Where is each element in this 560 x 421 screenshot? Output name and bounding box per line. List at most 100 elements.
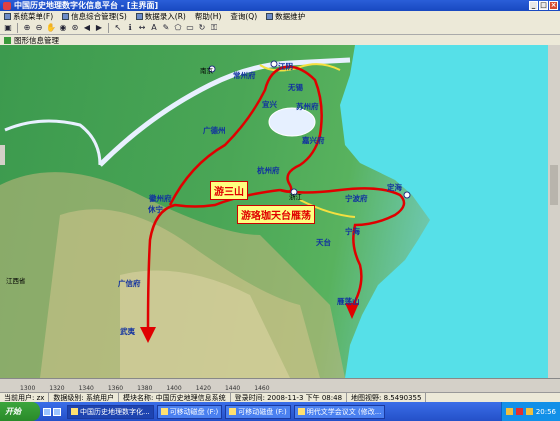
menu-query[interactable]: 查询(Q)	[230, 11, 257, 22]
scale-ticks: 1300 1320 1340 1360 1380 1400 1420 1440 …	[0, 384, 560, 392]
full-extent-icon[interactable]: ⊛	[70, 23, 80, 33]
measure-icon[interactable]: ↔	[137, 23, 147, 33]
map-view[interactable]: 南京 常州府 江阴 无锡 宜兴 苏州府 广德州 嘉兴府 杭州府 浙江 徽州府 休…	[0, 45, 560, 378]
place-huizhou: 徽州府	[149, 194, 172, 203]
globe-icon[interactable]: ◉	[58, 23, 68, 33]
status-level: 数据级别: 系统用户	[49, 392, 119, 403]
menu-help[interactable]: 帮助(H)	[195, 11, 222, 22]
tray-icon[interactable]	[505, 408, 513, 415]
zoom-out-icon[interactable]: ⊖	[34, 23, 44, 33]
forward-arrow-icon[interactable]: ▶	[94, 23, 104, 33]
scale-tick: 1320	[49, 384, 65, 392]
system-tray: 20:56	[500, 402, 560, 421]
place-ninghai: 宁海	[345, 227, 360, 236]
menu-data-maintenance[interactable]: 数据维护	[266, 11, 305, 22]
start-button[interactable]: 开始	[0, 402, 40, 421]
maintenance-menu-icon	[266, 13, 274, 20]
status-bar: 当前用户: zx 数据级别: 系统用户 模块名称: 中国历史地理信息系统 登录时…	[0, 392, 560, 403]
text-icon[interactable]: A	[149, 23, 159, 33]
clock: 20:56	[535, 407, 556, 416]
place-guangde: 广德州	[203, 126, 226, 135]
scale-tick: 1340	[78, 384, 94, 392]
scale-tick: 1380	[137, 384, 153, 392]
scale-tick: 1300	[20, 384, 36, 392]
menu-info-management[interactable]: 信息综合管理(S)	[62, 11, 127, 22]
windows-taskbar: 开始 中国历史地理数字化... 可移动磁盘 (F:) 可移动磁盘 (F:) 明代…	[0, 402, 560, 421]
draw-icon[interactable]: ✎	[161, 23, 171, 33]
rectangle-icon[interactable]: ▭	[185, 23, 195, 33]
app-icon	[3, 1, 11, 10]
menu-bar: 系统菜单(F) 信息综合管理(S) 数据录入(R) 帮助(H) 查询(Q) 数据…	[0, 11, 560, 22]
layer-icon	[4, 36, 11, 44]
map-toolbar: ▣ ⊕ ⊖ ✋ ◉ ⊛ ◀ ▶ ↖ ℹ ↔ A ✎ ⬠ ▭ ↻ ⚿	[0, 22, 560, 35]
status-user: 当前用户: zx	[0, 392, 50, 403]
place-jiangyin: 江阴	[278, 62, 293, 71]
status-view: 地图视野: 8.5490355	[347, 392, 427, 403]
document-icon	[297, 408, 305, 415]
title-bar: 中国历史地理数字化信息平台 - [主界面] _ □ ×	[0, 0, 560, 11]
task-document[interactable]: 明代文学会议文 (修改...	[293, 404, 386, 419]
scale-tick: 1440	[224, 384, 241, 392]
identify-icon[interactable]: ℹ	[125, 23, 135, 33]
select-icon[interactable]: ▣	[3, 23, 13, 33]
place-xiuning: 休宁	[148, 205, 163, 214]
place-guangxin: 广信府	[118, 279, 141, 288]
place-yixing: 宜兴	[262, 100, 277, 109]
pointer-icon[interactable]: ↖	[113, 23, 123, 33]
menu-system[interactable]: 系统菜单(F)	[4, 11, 53, 22]
minimize-button[interactable]: _	[529, 1, 538, 10]
task-removable-disk-2[interactable]: 可移动磁盘 (F:)	[225, 404, 291, 419]
place-tiantai: 天台	[316, 238, 331, 247]
scale-tick: 1360	[107, 384, 124, 392]
city-marker	[270, 60, 278, 68]
window-controls: _ □ ×	[529, 1, 558, 10]
callout-three-mountains: 游三山	[210, 181, 248, 200]
status-login-time: 登录时间: 2008-11-3 下午 08:48	[231, 392, 348, 403]
place-wuyi: 武夷	[120, 327, 135, 336]
network-icon[interactable]	[525, 408, 533, 415]
layer-panel-label[interactable]: 图形信息管理	[14, 35, 59, 46]
zoom-in-icon[interactable]: ⊕	[22, 23, 32, 33]
desktop-icon[interactable]	[43, 407, 51, 416]
quick-launch	[43, 407, 61, 416]
maximize-button[interactable]: □	[539, 1, 548, 10]
scale-tick: 1460	[254, 384, 270, 392]
antivirus-icon[interactable]	[515, 408, 523, 415]
task-removable-disk-1[interactable]: 可移动磁盘 (F:)	[156, 404, 223, 419]
place-ningbo: 宁波府	[345, 194, 368, 203]
place-hangzhou: 杭州府	[257, 166, 280, 175]
status-module: 模块名称: 中国历史地理信息系统	[119, 392, 231, 403]
toolbar-divider	[108, 23, 109, 33]
entry-menu-icon	[135, 13, 143, 20]
menu-data-entry[interactable]: 数据录入(R)	[135, 11, 186, 22]
place-jiaxing: 嘉兴府	[302, 136, 325, 145]
folder-icon	[229, 408, 237, 415]
city-marker	[403, 191, 411, 199]
layer-panel-header: 图形信息管理	[0, 35, 560, 45]
callout-tiantai-yandang: 游珞珈天台雁荡	[237, 205, 315, 224]
place-suzhou: 苏州府	[296, 102, 319, 111]
task-app[interactable]: 中国历史地理数字化...	[67, 404, 154, 419]
redo-icon[interactable]: ↻	[197, 23, 207, 33]
scale-tick: 1420	[195, 384, 211, 392]
place-dinghai: 定海	[387, 183, 402, 192]
folder-icon	[160, 408, 168, 415]
place-nanjing: 南京	[200, 67, 213, 75]
vertical-scrollbar[interactable]	[548, 45, 560, 378]
browser-icon[interactable]	[53, 407, 61, 416]
back-arrow-icon[interactable]: ◀	[82, 23, 92, 33]
system-menu-icon	[4, 13, 11, 20]
left-pane-handle[interactable]	[0, 145, 5, 165]
close-button[interactable]: ×	[549, 1, 558, 10]
app-task-icon	[71, 408, 78, 415]
place-zhejiang: 浙江	[289, 193, 302, 201]
polygon-icon[interactable]: ⬠	[173, 23, 183, 33]
lock-icon[interactable]: ⚿	[209, 23, 219, 33]
window-title: 中国历史地理数字化信息平台 - [主界面]	[14, 1, 159, 10]
place-yandang: 雁荡山	[337, 297, 360, 306]
place-changzhou: 常州府	[233, 71, 256, 80]
pan-hand-icon[interactable]: ✋	[46, 23, 56, 33]
scrollbar-thumb[interactable]	[550, 165, 558, 205]
place-jiangxi: 江西省	[6, 277, 26, 285]
place-wuxi: 无锡	[288, 83, 303, 92]
